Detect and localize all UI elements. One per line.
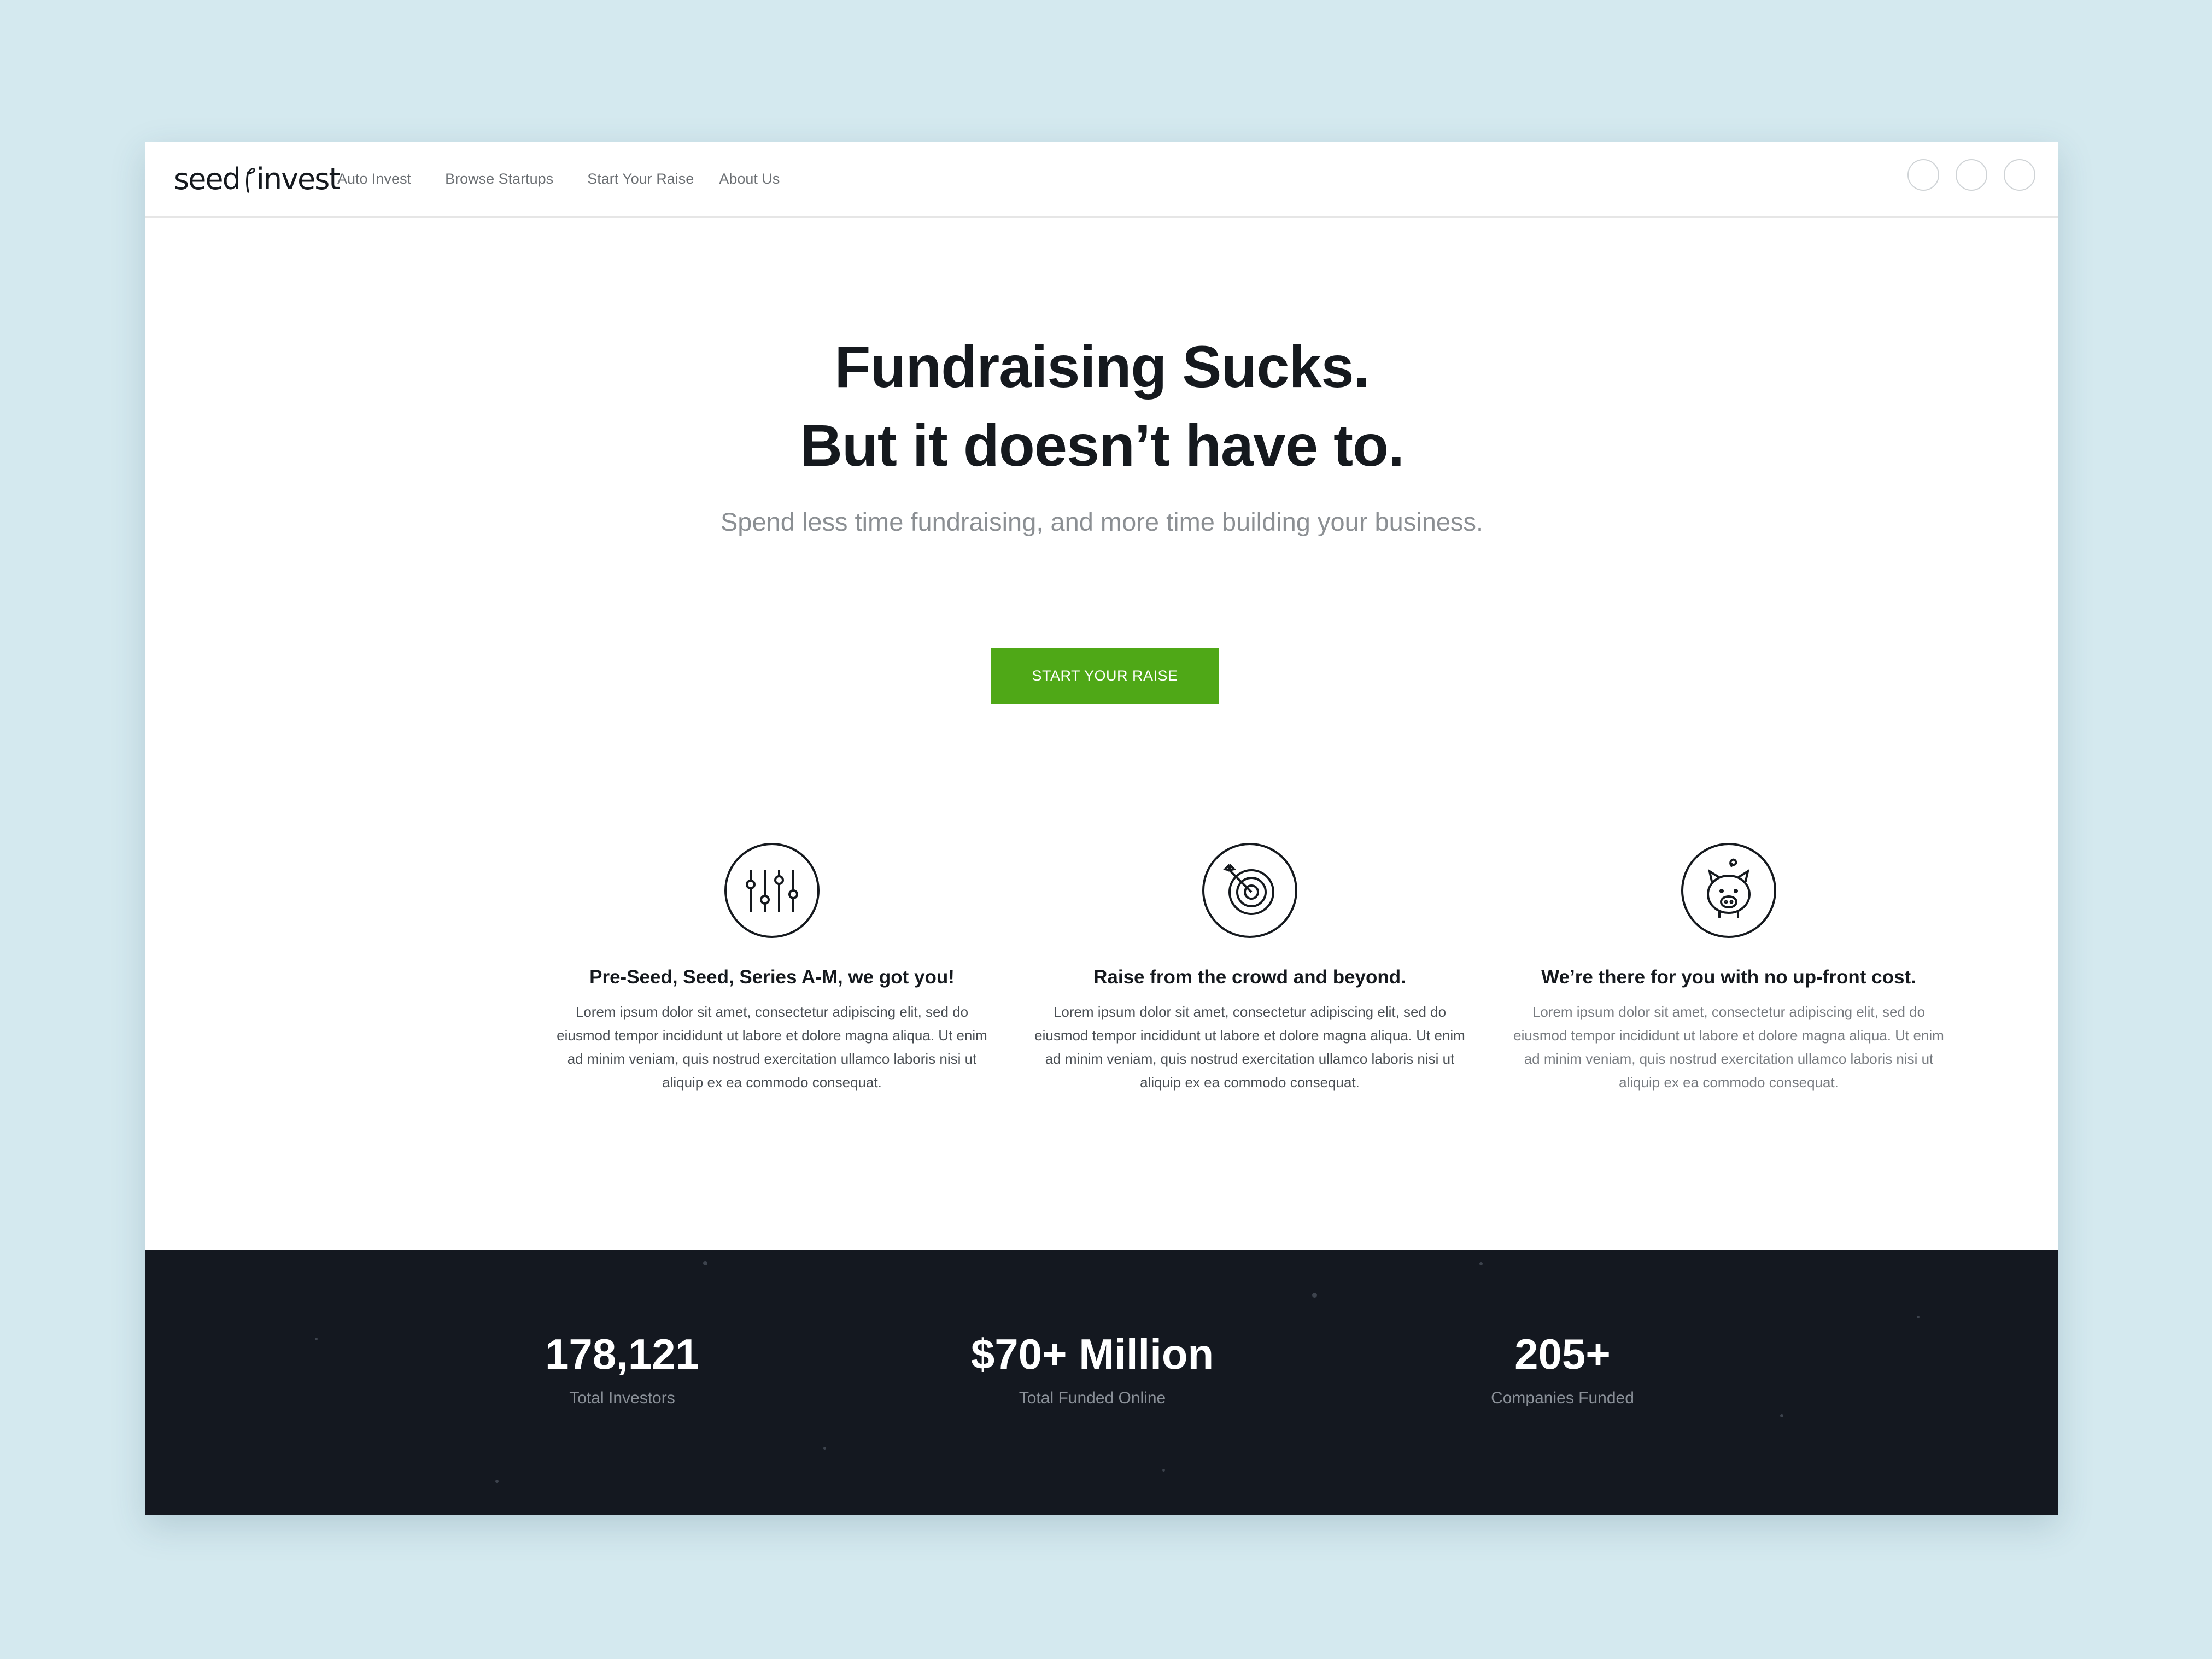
hero-headline: Fundraising Sucks. But it doesn’t have t… — [145, 327, 2058, 485]
nav-circle-button-1[interactable] — [1907, 159, 1939, 191]
seedinvest-logo[interactable]: seed invest — [174, 157, 341, 201]
stats-band: 178,121 Total Investors $70+ Million Tot… — [145, 1250, 2058, 1515]
headline-line-2: But it doesn’t have to. — [799, 412, 1405, 478]
browser-window: seed invest Auto Invest Browse Startups … — [145, 142, 2058, 1515]
star-speck — [1479, 1262, 1483, 1265]
stat-value: 178,121 — [545, 1330, 699, 1378]
sliders-icon — [723, 842, 821, 939]
feature-body: Lorem ipsum dolor sit amet, consectetur … — [557, 1004, 987, 1091]
nav-circle-button-2[interactable] — [1956, 159, 1987, 191]
top-navbar: seed invest Auto Invest Browse Startups … — [145, 142, 2058, 218]
nav-link-browse-startups[interactable]: Browse Startups — [445, 168, 553, 190]
target-icon — [1201, 842, 1298, 939]
logo-text-invest: invest — [256, 161, 341, 196]
feature-card: We’re there for you with no up-front cos… — [1505, 842, 1953, 1094]
logo-text-seed: seed — [174, 161, 241, 196]
star-speck — [495, 1480, 499, 1483]
feature-title: Raise from the crowd and beyond. — [1093, 966, 1406, 988]
nav-links: Auto Invest Browse Startups Start Your R… — [337, 168, 814, 190]
nav-link-auto-invest[interactable]: Auto Invest — [337, 168, 411, 190]
star-speck — [703, 1261, 707, 1265]
stat-total-funded: $70+ Million Total Funded Online — [928, 1329, 1256, 1408]
feature-title: Pre-Seed, Seed, Series A-M, we got you! — [589, 966, 955, 988]
nav-link-start-your-raise[interactable]: Start Your Raise — [587, 168, 694, 190]
nav-circle-button-3[interactable] — [2004, 159, 2035, 191]
feature-title: We’re there for you with no up-front cos… — [1541, 966, 1916, 988]
stat-label: Total Investors — [569, 1389, 675, 1407]
nav-link-about-us[interactable]: About Us — [719, 168, 780, 190]
feature-body: Lorem ipsum dolor sit amet, consectetur … — [1034, 1004, 1465, 1091]
feature-body: Lorem ipsum dolor sit amet, consectetur … — [1513, 1004, 1944, 1091]
star-speck — [1162, 1469, 1165, 1472]
star-speck — [1312, 1293, 1317, 1298]
headline-line-1: Fundraising Sucks. — [834, 333, 1370, 400]
stat-value: 205+ — [1514, 1330, 1611, 1378]
start-your-raise-button[interactable]: START YOUR RAISE — [991, 648, 1219, 704]
star-speck — [823, 1447, 826, 1450]
feature-card: Raise from the crowd and beyond. Lorem i… — [1026, 842, 1474, 1094]
stat-label: Companies Funded — [1491, 1389, 1634, 1407]
stat-companies-funded: 205+ Companies Funded — [1398, 1329, 1727, 1408]
stat-total-investors: 178,121 Total Investors — [458, 1329, 786, 1408]
star-speck — [315, 1338, 318, 1340]
star-speck — [1917, 1316, 1920, 1318]
sprout-icon — [245, 168, 255, 193]
piggy-bank-icon — [1680, 842, 1777, 939]
stat-label: Total Funded Online — [1019, 1389, 1166, 1407]
star-speck — [1780, 1414, 1783, 1417]
nav-right-actions — [1907, 159, 2035, 191]
stat-value: $70+ Million — [970, 1330, 1214, 1378]
hero-subheadline: Spend less time fundraising, and more ti… — [720, 507, 1484, 536]
feature-card: Pre-Seed, Seed, Series A-M, we got you! … — [548, 842, 996, 1094]
